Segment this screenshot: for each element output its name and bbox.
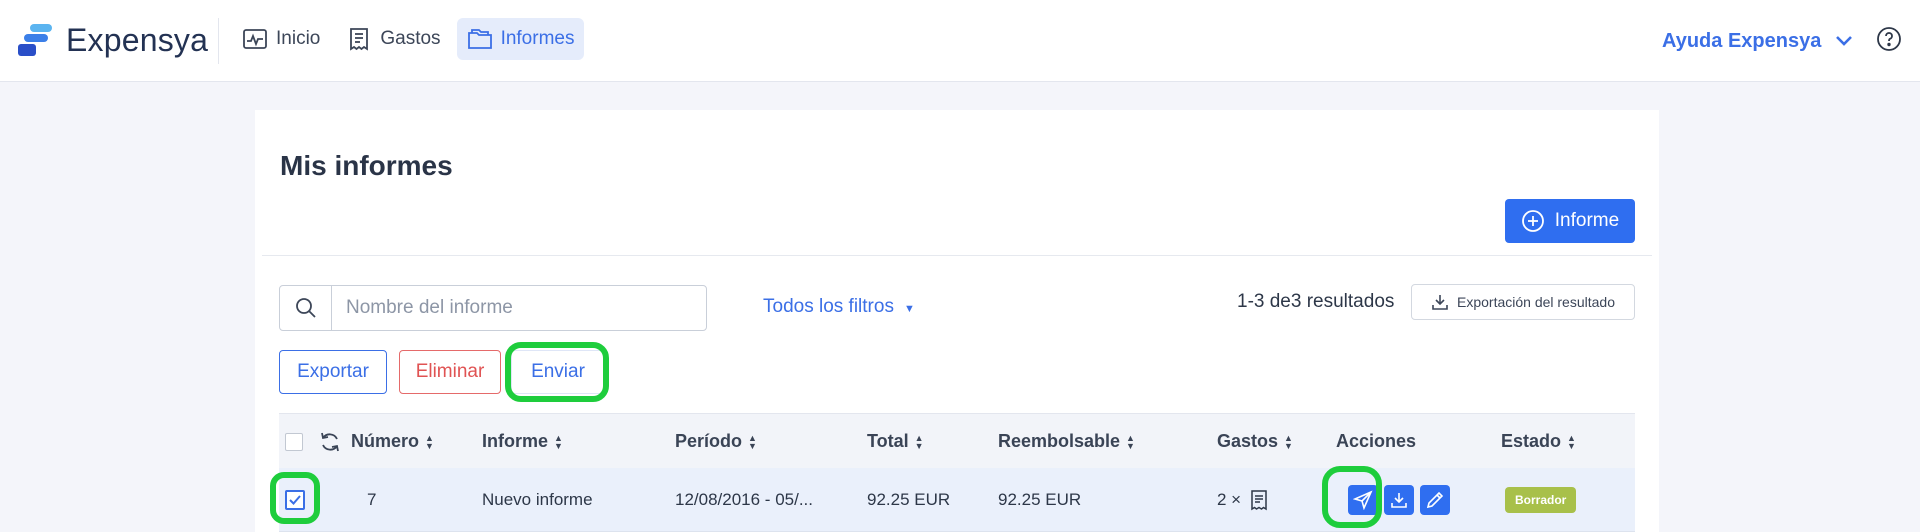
new-report-label: Informe bbox=[1554, 210, 1620, 231]
table-row[interactable]: 7 Nuevo informe 12/08/2016 - 05/... 92.2… bbox=[279, 468, 1635, 532]
nav-item-label: Gastos bbox=[380, 28, 441, 49]
send-icon bbox=[1353, 490, 1373, 510]
sort-icon: ▲ ▼ bbox=[914, 432, 924, 451]
checkmark-icon bbox=[289, 495, 301, 505]
edit-report-button[interactable] bbox=[1420, 485, 1450, 515]
nav-item-inicio[interactable]: Inicio bbox=[232, 18, 330, 60]
export-results-button[interactable]: Exportación del resultado bbox=[1411, 284, 1635, 320]
refresh-button[interactable] bbox=[318, 414, 342, 469]
search-box bbox=[279, 285, 707, 331]
download-icon bbox=[1432, 295, 1448, 310]
column-header-gastos[interactable]: Gastos ▲ ▼ bbox=[1217, 414, 1293, 469]
cell-total: 92.25 EUR bbox=[867, 490, 951, 509]
row-select-cell bbox=[285, 468, 305, 532]
column-header-acciones: Acciones bbox=[1336, 414, 1416, 469]
cell-numero: 7 bbox=[367, 490, 377, 509]
plus-circle-icon bbox=[1521, 210, 1544, 232]
column-header-total[interactable]: Total ▲ ▼ bbox=[867, 414, 924, 469]
reports-card: Mis informes Informe Todos los filtros ▼… bbox=[255, 110, 1659, 532]
search-icon bbox=[295, 298, 316, 318]
column-label: Gastos bbox=[1217, 431, 1279, 451]
download-icon bbox=[1391, 493, 1407, 508]
expense-count: 2 × bbox=[1217, 490, 1242, 509]
column-label: Reembolsable bbox=[998, 431, 1121, 451]
results-count: 1-3 de3 resultados bbox=[1237, 291, 1395, 312]
select-all-checkbox[interactable] bbox=[285, 432, 303, 451]
nav-item-informes[interactable]: Informes bbox=[456, 18, 585, 60]
sort-icon: ▲ ▼ bbox=[425, 432, 434, 451]
column-header-reembolsable[interactable]: Reembolsable ▲ ▼ bbox=[998, 414, 1135, 469]
sort-icon: ▲ ▼ bbox=[1284, 432, 1293, 451]
nav-item-gastos[interactable]: Gastos bbox=[336, 18, 450, 60]
help-menu[interactable]: Ayuda Expensya bbox=[1662, 26, 1855, 56]
new-report-button[interactable]: Informe bbox=[1505, 199, 1635, 243]
sort-icon: ▲ ▼ bbox=[1126, 432, 1135, 451]
status-badge: Borrador bbox=[1505, 487, 1577, 513]
column-label: Total bbox=[867, 431, 909, 451]
app-logo[interactable]: Expensya bbox=[16, 20, 208, 60]
expensya-logo-icon bbox=[16, 20, 56, 60]
caret-down-icon: ▼ bbox=[903, 303, 915, 315]
row-checkbox[interactable] bbox=[285, 490, 305, 510]
nav-item-label: Inicio bbox=[276, 28, 321, 49]
card-divider bbox=[262, 255, 1652, 256]
cell-estado: Borrador bbox=[1505, 468, 1577, 532]
sort-icon: ▲ ▼ bbox=[748, 432, 757, 451]
column-header-informe[interactable]: Informe ▲ ▼ bbox=[482, 414, 563, 469]
column-header-numero[interactable]: Número ▲ ▼ bbox=[351, 414, 434, 469]
send-report-button[interactable] bbox=[1348, 485, 1378, 515]
select-all-cell bbox=[285, 414, 303, 469]
cell-gastos: 2 × bbox=[1217, 468, 1269, 532]
question-circle-icon[interactable] bbox=[1876, 26, 1902, 52]
export-results-label: Exportación del resultado bbox=[1457, 294, 1615, 310]
search-input[interactable] bbox=[332, 286, 706, 330]
column-label: Número bbox=[351, 431, 420, 451]
main-nav: Inicio Gastos Informes bbox=[232, 18, 585, 60]
cell-informe: Nuevo informe bbox=[482, 490, 593, 509]
search-button[interactable] bbox=[280, 286, 332, 330]
receipt-icon bbox=[350, 28, 369, 51]
export-button[interactable]: Exportar bbox=[279, 350, 387, 394]
column-label: Acciones bbox=[1336, 431, 1417, 451]
download-report-button[interactable] bbox=[1384, 485, 1414, 515]
cell-periodo: 12/08/2016 - 05/... bbox=[675, 490, 813, 509]
filters-dropdown[interactable]: Todos los filtros ▼ bbox=[763, 296, 915, 318]
column-header-periodo[interactable]: Período ▲ ▼ bbox=[675, 414, 757, 469]
cell-acciones bbox=[1348, 468, 1450, 532]
column-label: Período bbox=[675, 431, 743, 451]
app-name: Expensya bbox=[66, 21, 209, 58]
chevron-down-icon bbox=[1836, 36, 1853, 46]
activity-chart-icon bbox=[243, 29, 267, 49]
receipt-icon bbox=[1251, 490, 1267, 511]
delete-button[interactable]: Eliminar bbox=[399, 350, 501, 394]
table-header: Número ▲ ▼ Informe ▲ ▼ Período ▲ ▼ Total ▲ ▼… bbox=[279, 413, 1635, 468]
nav-item-label: Informes bbox=[500, 28, 575, 49]
column-label: Estado bbox=[1501, 431, 1562, 451]
header-divider bbox=[218, 18, 219, 64]
help-menu-label: Ayuda Expensya bbox=[1662, 29, 1822, 52]
top-bar: Expensya Inicio Gastos Informes Ayuda Ex… bbox=[0, 0, 1920, 82]
pencil-icon bbox=[1426, 491, 1444, 509]
refresh-icon bbox=[321, 432, 339, 451]
page-title: Mis informes bbox=[280, 150, 453, 181]
cell-reembolsable: 92.25 EUR bbox=[998, 490, 1082, 509]
sort-icon: ▲ ▼ bbox=[1567, 432, 1576, 451]
folder-icon bbox=[467, 29, 492, 49]
filters-label: Todos los filtros bbox=[763, 296, 894, 317]
sort-icon: ▲ ▼ bbox=[554, 432, 563, 451]
send-button[interactable]: Enviar bbox=[511, 350, 605, 394]
column-label: Informe bbox=[482, 431, 549, 451]
column-header-estado[interactable]: Estado ▲ ▼ bbox=[1501, 414, 1576, 469]
